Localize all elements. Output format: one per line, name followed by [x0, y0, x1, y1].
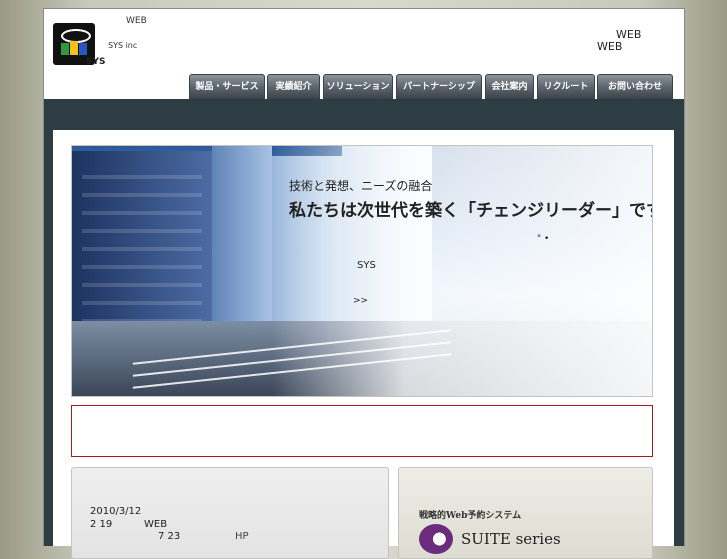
news-date: 2010/3/12 [90, 506, 142, 517]
hero-tower [212, 146, 272, 346]
banner-title: SUITE series [461, 530, 561, 548]
nav-partnership[interactable]: パートナーシップ [396, 74, 482, 99]
news-item-date: 7 23 [158, 531, 181, 542]
banner-subtitle: 戦略的Web予約システム [419, 511, 522, 521]
news-item-date: 2 19 [90, 519, 113, 530]
nav-recruit[interactable]: リクルート [537, 74, 595, 99]
nav-case-studies[interactable]: 実績紹介 [267, 74, 320, 99]
header-tagline: WEB [126, 16, 147, 26]
nav-products-services[interactable]: 製品・サービス [189, 74, 265, 99]
suite-series-banner[interactable]: 戦略的Web予約システム SUITE series [398, 467, 653, 559]
news-item-text[interactable]: HP [235, 531, 249, 542]
header-company-name: SYS inc [108, 41, 138, 50]
nav-solutions[interactable]: ソリューション [323, 74, 393, 99]
hero-dots: " • [537, 234, 550, 244]
header: SYS WEB SYS inc WEB WEB 製品・サービス 実績紹介 ソリュ… [44, 9, 684, 99]
hero-more-link[interactable]: >> [353, 296, 368, 306]
hero-banner[interactable]: 技術と発想、ニーズの融合 私たちは次世代を築く「チェンジリーダー」です " • … [71, 145, 653, 397]
hero-company: SYS [357, 260, 376, 271]
logo-yellow-bar [70, 41, 78, 55]
news-item-text[interactable]: WEB [144, 519, 167, 530]
header-right-text-2: WEB [597, 40, 623, 53]
nav-company[interactable]: 会社案内 [485, 74, 534, 99]
suite-logo-icon [419, 524, 453, 554]
logo-text: SYS [86, 57, 106, 67]
logo-blue-bar [79, 43, 87, 55]
logo-green-bar [61, 43, 69, 55]
page: SYS WEB SYS inc WEB WEB 製品・サービス 実績紹介 ソリュ… [43, 8, 685, 559]
hero-title: 私たちは次世代を築く「チェンジリーダー」です [289, 201, 653, 221]
nav-contact[interactable]: お問い合わせ [597, 74, 673, 99]
news-panel: 2010/3/12 2 19 WEB 7 23 HP [71, 467, 389, 559]
hero-subtitle: 技術と発想、ニーズの融合 [289, 179, 433, 193]
notice-box [71, 405, 653, 457]
main-content: 技術と発想、ニーズの融合 私たちは次世代を築く「チェンジリーダー」です " • … [53, 130, 674, 559]
